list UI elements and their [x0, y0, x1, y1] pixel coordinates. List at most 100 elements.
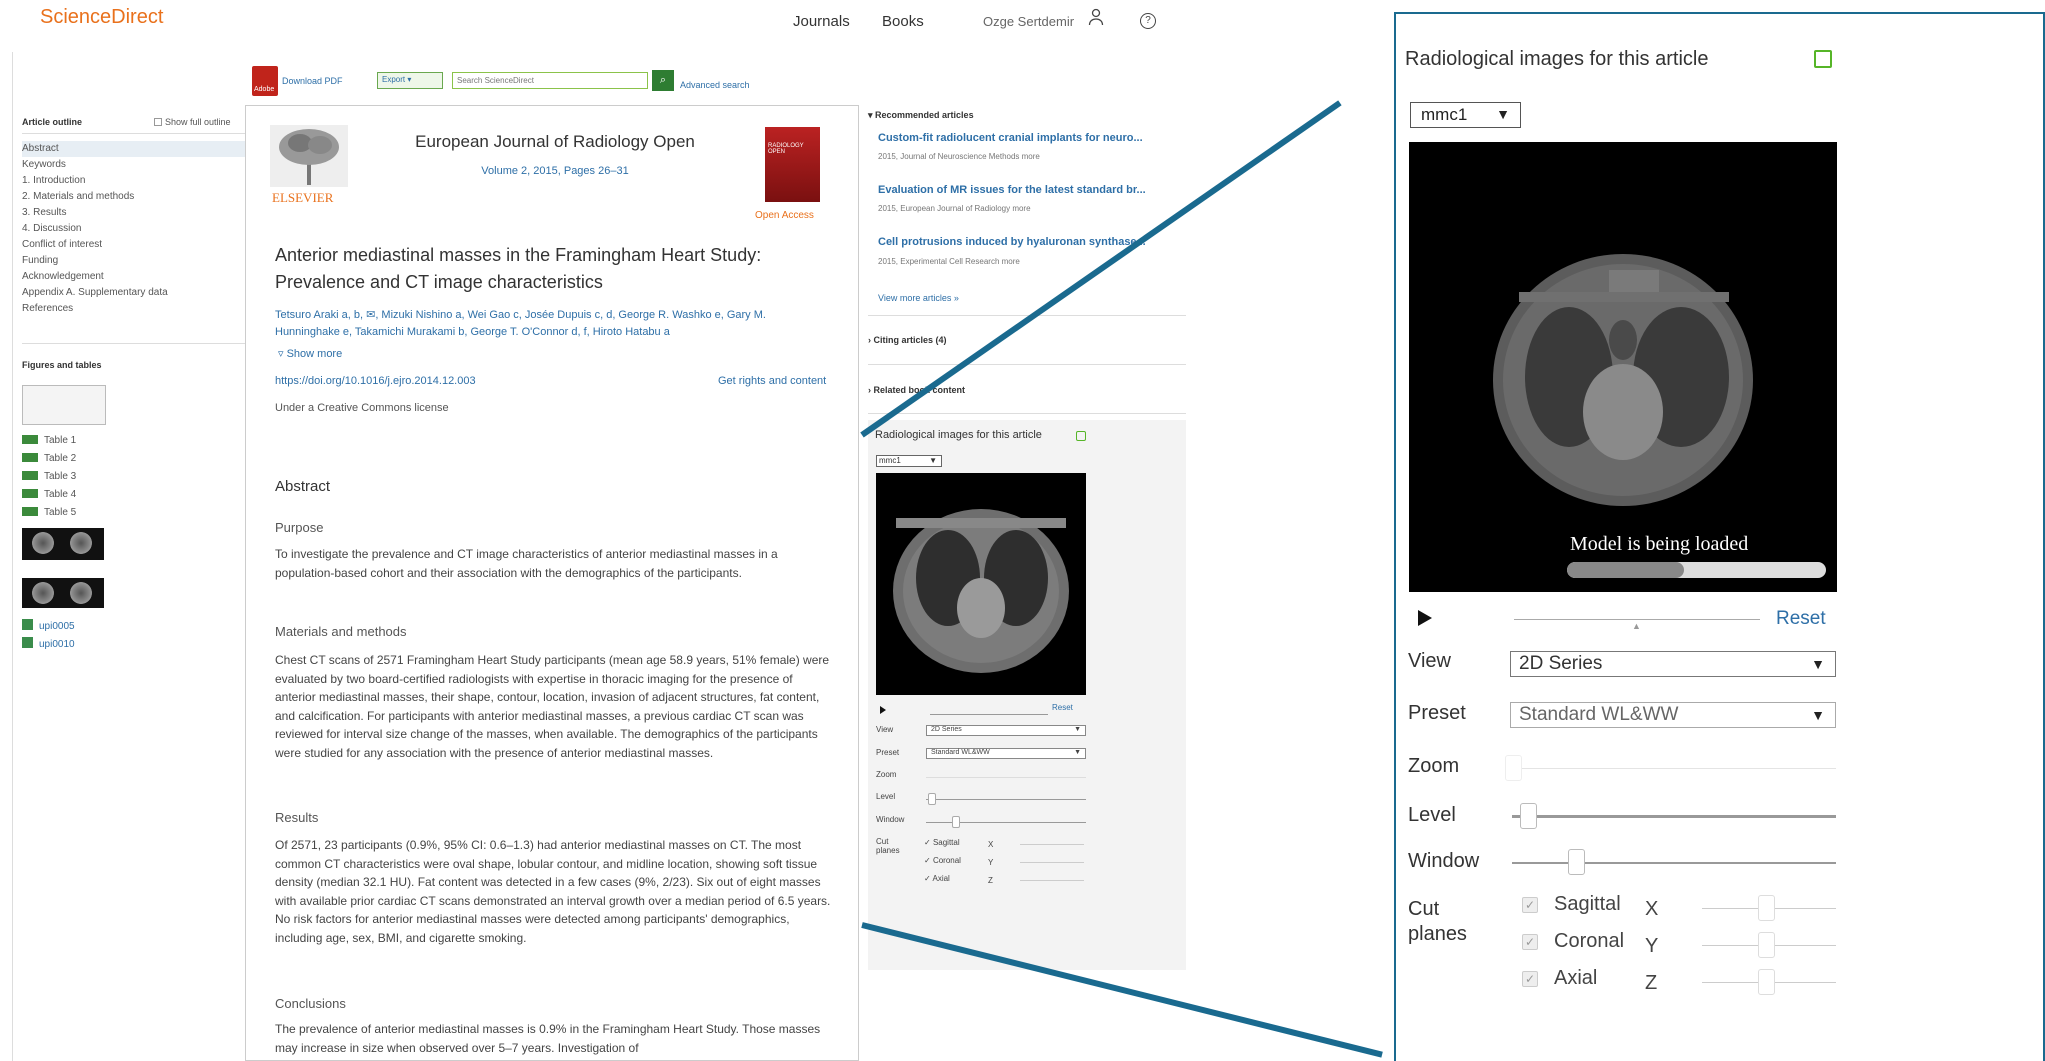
coronal-checkbox[interactable]: ✓: [1522, 934, 1538, 950]
sagittal-knob[interactable]: [1758, 895, 1775, 921]
outline-item[interactable]: 2. Materials and methods: [22, 189, 247, 205]
reset-link-small[interactable]: Reset: [1052, 703, 1073, 712]
ct-thumbnail[interactable]: [22, 528, 104, 560]
view-dropdown-small[interactable]: 2D Series ▼: [926, 725, 1086, 736]
table-link[interactable]: Table 4: [22, 489, 76, 500]
sagittal-slider-small[interactable]: [1020, 844, 1084, 845]
supplement-link[interactable]: upi0010: [22, 637, 75, 650]
journal-cover[interactable]: RADIOLOGY OPEN: [765, 127, 820, 202]
zoom-slider[interactable]: [1510, 768, 1836, 769]
user-icon[interactable]: [1088, 8, 1104, 26]
sagittal-checkbox-small[interactable]: ✓ Sagittal: [924, 838, 960, 847]
model-select-small[interactable]: mmc1 ▼: [876, 455, 942, 467]
outline-item[interactable]: Appendix A. Supplementary data: [22, 285, 247, 301]
recommended-title[interactable]: Evaluation of MR issues for the latest s…: [878, 184, 1178, 196]
journal-volume[interactable]: Volume 2, 2015, Pages 26–31: [380, 165, 730, 177]
figure-thumbnail[interactable]: [22, 385, 106, 425]
table-link[interactable]: Table 3: [22, 471, 76, 482]
outline-item[interactable]: Keywords: [22, 157, 247, 173]
rights-link[interactable]: Get rights and content: [718, 375, 826, 387]
supplement-link[interactable]: upi0005: [22, 619, 75, 632]
ct-viewport[interactable]: [1409, 142, 1837, 592]
external-link-icon[interactable]: [1076, 431, 1086, 441]
advanced-search-link[interactable]: Advanced search: [680, 80, 750, 90]
user-name[interactable]: Ozge Sertdemir: [983, 14, 1074, 29]
show-full-outline[interactable]: Show full outline: [154, 117, 231, 127]
preset-dropdown[interactable]: Standard WL&WW ▼: [1510, 702, 1836, 728]
preset-dropdown-small[interactable]: Standard WL&WW ▼: [926, 748, 1086, 759]
play-icon[interactable]: [880, 706, 886, 714]
view-more-link[interactable]: View more articles »: [878, 293, 959, 303]
level-slider-small[interactable]: [926, 799, 1086, 800]
show-more-link[interactable]: ▿ Show more: [278, 347, 342, 360]
outline-list: Abstract Keywords 1. Introduction 2. Mat…: [22, 141, 247, 317]
nav-books[interactable]: Books: [882, 13, 924, 30]
axial-checkbox-small[interactable]: ✓ Axial: [924, 874, 950, 883]
pdf-icon[interactable]: Adobe: [252, 66, 278, 96]
journal-name[interactable]: European Journal of Radiology Open: [380, 132, 730, 152]
level-knob-small[interactable]: [928, 793, 936, 805]
axial-checkbox[interactable]: ✓: [1522, 971, 1538, 987]
coronal-slider-small[interactable]: [1020, 862, 1084, 863]
ct-thumbnail[interactable]: [22, 578, 104, 608]
recommended-title[interactable]: Custom-fit radiolucent cranial implants …: [878, 132, 1178, 144]
help-icon[interactable]: ?: [1140, 13, 1156, 29]
zoom-slider-small[interactable]: [926, 777, 1086, 778]
table-link[interactable]: Table 5: [22, 507, 76, 518]
view-dropdown[interactable]: 2D Series ▼: [1510, 651, 1836, 677]
timeline-thumb-icon[interactable]: ▲: [1632, 621, 1641, 631]
window-knob[interactable]: [1568, 849, 1585, 875]
zoom-knob[interactable]: [1505, 755, 1522, 781]
model-select[interactable]: mmc1 ▼: [1410, 102, 1521, 128]
outline-item[interactable]: Acknowledgement: [22, 269, 247, 285]
outline-item[interactable]: 4. Discussion: [22, 221, 247, 237]
citing-articles[interactable]: › Citing articles (4): [868, 335, 947, 345]
ct-viewport-small[interactable]: [876, 473, 1086, 695]
reset-button[interactable]: Reset: [1776, 608, 1826, 630]
search-button[interactable]: ⌕: [652, 70, 674, 91]
table-link[interactable]: Table 2: [22, 453, 76, 464]
axial-knob[interactable]: [1758, 969, 1775, 995]
brand-logo[interactable]: ScienceDirect: [40, 6, 163, 29]
axial-label: Axial: [1554, 967, 1598, 989]
doi-link[interactable]: https://doi.org/10.1016/j.ejro.2014.12.0…: [275, 375, 476, 387]
export-button[interactable]: Export ▾: [377, 72, 443, 89]
preset-value: Standard WL&WW: [1519, 704, 1679, 725]
axial-slider-small[interactable]: [1020, 880, 1084, 881]
outline-item[interactable]: 1. Introduction: [22, 173, 247, 189]
recommended-heading[interactable]: ▾ Recommended articles: [868, 110, 974, 121]
table-icon: [22, 453, 38, 462]
external-link-icon[interactable]: [1814, 50, 1832, 68]
window-knob-small[interactable]: [952, 816, 960, 828]
authors-line[interactable]: Hunninghake e, Takamichi Murakami b, Geo…: [275, 324, 835, 341]
table-link[interactable]: Table 1: [22, 435, 76, 446]
coronal-checkbox-small[interactable]: ✓ Coronal: [924, 856, 961, 865]
outline-item[interactable]: References: [22, 301, 247, 317]
recommended-meta: 2015, Experimental Cell Research more: [878, 257, 1020, 266]
outline-title: Article outline: [22, 117, 83, 127]
outline-divider: [22, 133, 247, 134]
outline-item[interactable]: 3. Results: [22, 205, 247, 221]
coronal-knob[interactable]: [1758, 932, 1775, 958]
window-slider-small[interactable]: [926, 822, 1086, 823]
results-text: Of 2571, 23 participants (0.9%, 95% CI: …: [275, 838, 831, 945]
window-slider[interactable]: [1512, 862, 1836, 864]
sagittal-checkbox[interactable]: ✓: [1522, 897, 1538, 913]
nav-journals[interactable]: Journals: [793, 13, 850, 30]
view-label-small: View: [876, 725, 894, 734]
dropdown-arrow-icon: ▼: [1074, 726, 1081, 733]
timeline-slider[interactable]: [930, 714, 1048, 715]
open-access-badge: Open Access: [755, 210, 814, 221]
abstract-heading: Abstract: [275, 478, 331, 495]
outline-item[interactable]: Conflict of interest: [22, 237, 247, 253]
download-pdf-link[interactable]: Download PDF: [282, 76, 343, 86]
dropdown-arrow-icon: ▼: [929, 456, 937, 465]
level-knob[interactable]: [1520, 803, 1537, 829]
outline-item[interactable]: Funding: [22, 253, 247, 269]
authors-line[interactable]: Tetsuro Araki a, b, ✉, Mizuki Nishino a,…: [275, 307, 835, 324]
outline-item[interactable]: Abstract: [22, 141, 247, 157]
play-icon[interactable]: [1418, 610, 1432, 626]
timeline-slider[interactable]: [1514, 619, 1760, 620]
level-slider[interactable]: [1512, 815, 1836, 818]
search-input[interactable]: Search ScienceDirect: [452, 72, 648, 89]
